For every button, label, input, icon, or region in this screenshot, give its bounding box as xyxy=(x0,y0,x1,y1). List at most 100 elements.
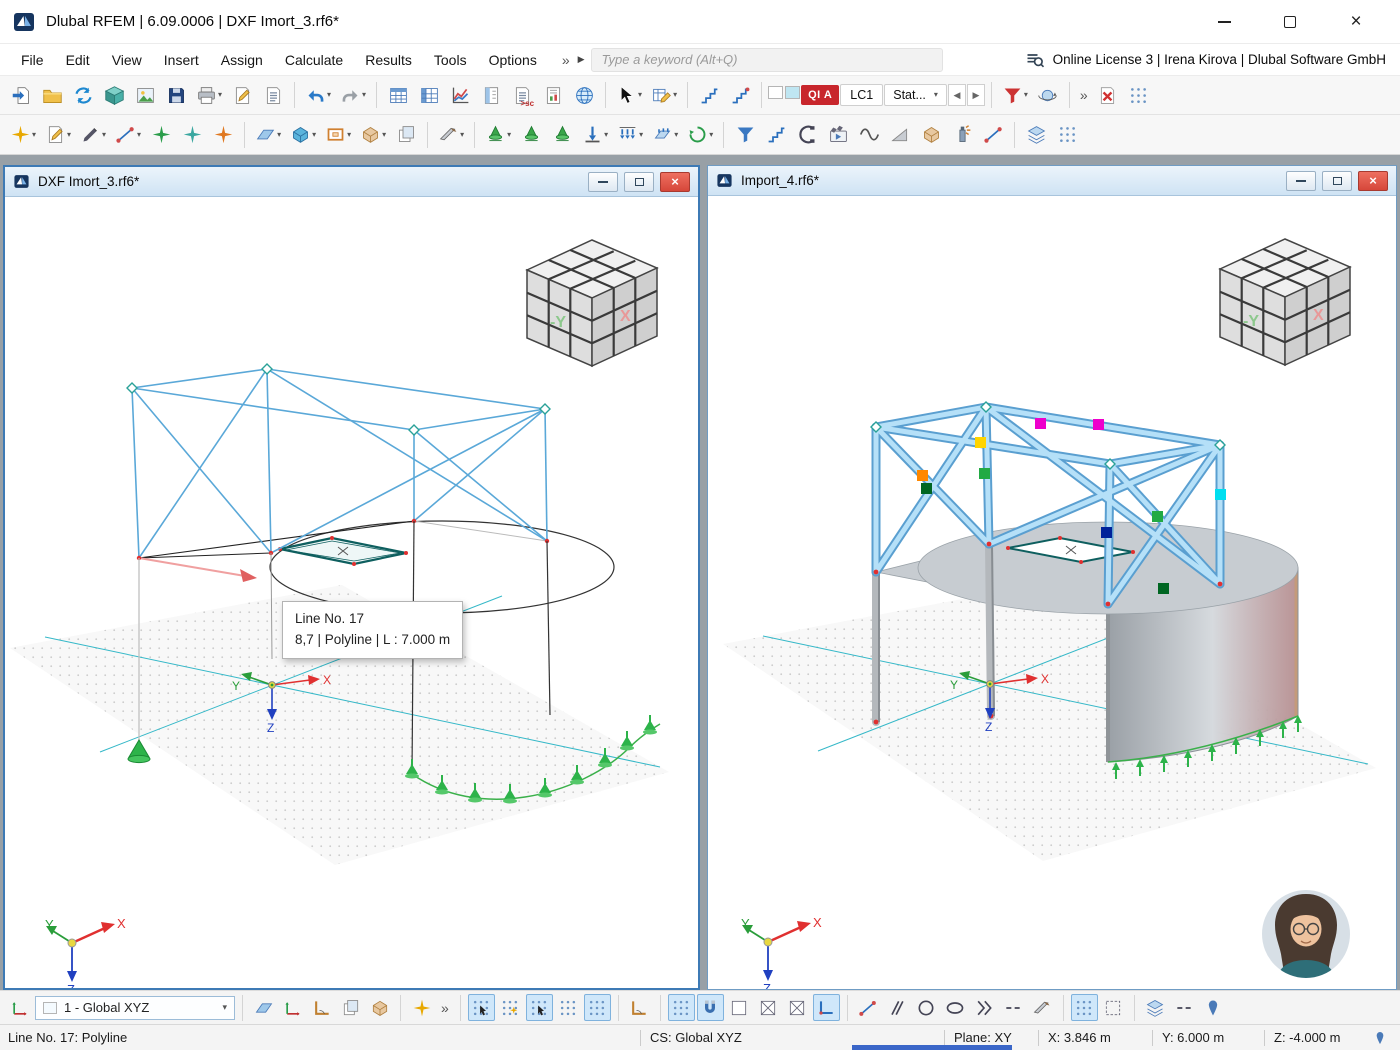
layers-button[interactable] xyxy=(1021,120,1051,150)
bisector-snap-toggle[interactable] xyxy=(1000,994,1027,1021)
surface-load-button[interactable]: ▾ xyxy=(648,120,682,150)
background-swatch-cyan[interactable] xyxy=(785,86,800,99)
menu-item-view[interactable]: View xyxy=(101,47,153,73)
display-swatches[interactable] xyxy=(768,86,800,104)
parallel-snap-toggle[interactable] xyxy=(884,994,911,1021)
snap-points-toggle[interactable] xyxy=(584,994,611,1021)
right-close-button[interactable]: × xyxy=(1358,171,1388,191)
insert-solid-button[interactable]: ▾ xyxy=(286,120,320,150)
coordinate-system-button[interactable] xyxy=(6,994,33,1021)
menu-flyout-icon[interactable]: ▶ xyxy=(578,54,585,65)
nodal-load-button[interactable]: ▾ xyxy=(578,120,612,150)
right-3d-viewport[interactable]: X Y Z X Y Z -Y X xyxy=(708,196,1396,989)
right-restore-button[interactable] xyxy=(1322,171,1352,191)
status-cs[interactable]: CS: Global XYZ xyxy=(650,1025,742,1050)
hide-objects-toggle[interactable] xyxy=(1171,994,1198,1021)
move-cs-button[interactable] xyxy=(279,994,306,1021)
layers-toggle[interactable] xyxy=(1142,994,1169,1021)
printout-report-button[interactable] xyxy=(538,80,568,110)
grid-display-toggle[interactable] xyxy=(555,994,582,1021)
left-close-button[interactable]: × xyxy=(660,172,690,192)
analysis-type-dropdown[interactable]: Stat...▾ xyxy=(884,84,947,106)
line-support-button[interactable] xyxy=(516,120,546,150)
copy-cs-button[interactable] xyxy=(337,994,364,1021)
new-note-button[interactable] xyxy=(227,80,257,110)
left-minimize-button[interactable] xyxy=(588,172,618,192)
insert-surface-button[interactable]: ▾ xyxy=(251,120,285,150)
panel-button[interactable] xyxy=(476,80,506,110)
load-steps-button[interactable] xyxy=(694,80,724,110)
menu-item-edit[interactable]: Edit xyxy=(55,47,101,73)
script-console-button[interactable]: >sc xyxy=(507,80,537,110)
edit-plane-button[interactable] xyxy=(250,994,277,1021)
center-snap-toggle[interactable] xyxy=(913,994,940,1021)
animation-button[interactable] xyxy=(823,120,853,150)
snap-overflow-icon[interactable]: » xyxy=(437,1000,453,1016)
result-diagram-button[interactable] xyxy=(761,120,791,150)
slope-button[interactable] xyxy=(885,120,915,150)
delete-results-button[interactable] xyxy=(1093,80,1123,110)
right-minimize-button[interactable] xyxy=(1286,171,1316,191)
filter-button[interactable]: ▾ xyxy=(998,80,1032,110)
work-plane-button[interactable] xyxy=(366,994,393,1021)
results-tables-button[interactable] xyxy=(414,80,444,110)
open-button[interactable] xyxy=(37,80,67,110)
surface-support-button[interactable] xyxy=(547,120,577,150)
tool-overflow-icon[interactable]: » xyxy=(1076,87,1092,103)
menu-item-insert[interactable]: Insert xyxy=(153,47,210,73)
midpoint-snap-toggle[interactable] xyxy=(755,994,782,1021)
next-load-case-button[interactable]: ▶ xyxy=(967,84,985,106)
maximize-button[interactable] xyxy=(1274,7,1306,37)
snap-grid-toggle[interactable] xyxy=(526,994,553,1021)
edit-table-button[interactable]: ▾ xyxy=(647,80,681,110)
selected-polyline-opening[interactable] xyxy=(278,536,408,566)
perpendicular-snap-toggle[interactable] xyxy=(813,994,840,1021)
insert-member-set-button[interactable] xyxy=(177,120,207,150)
cut-section-button[interactable]: ▾ xyxy=(434,120,468,150)
object-snap-grid-toggle[interactable] xyxy=(668,994,695,1021)
grid-manager-button[interactable] xyxy=(1052,120,1082,150)
mode-shape-button[interactable] xyxy=(854,120,884,150)
search-input[interactable] xyxy=(602,52,932,67)
document-button[interactable] xyxy=(258,80,288,110)
snap-cursor-toggle[interactable] xyxy=(468,994,495,1021)
graphic-export-button[interactable] xyxy=(130,80,160,110)
clipping-plane-button[interactable] xyxy=(792,120,822,150)
line-snap-toggle[interactable] xyxy=(855,994,882,1021)
minimize-button[interactable] xyxy=(1208,7,1240,37)
measure-line-button[interactable] xyxy=(978,120,1008,150)
left-restore-button[interactable] xyxy=(624,172,654,192)
moment-load-button[interactable]: ▾ xyxy=(683,120,717,150)
background-swatch-white[interactable] xyxy=(768,86,783,99)
solid-model-button[interactable] xyxy=(916,120,946,150)
spray-render-button[interactable] xyxy=(947,120,977,150)
print-button[interactable]: ▾ xyxy=(192,80,226,110)
menu-item-file[interactable]: File xyxy=(10,47,55,73)
nodal-support-button[interactable]: ▾ xyxy=(481,120,515,150)
member-load-button[interactable]: ▾ xyxy=(613,120,647,150)
status-pin-icon[interactable] xyxy=(1372,1025,1388,1050)
snap-node-toggle[interactable] xyxy=(497,994,524,1021)
left-window-titlebar[interactable]: DXF Imort_3.rf6* × xyxy=(5,167,698,197)
menu-overflow-icon[interactable]: » xyxy=(562,52,570,68)
window-dxf-import[interactable]: DXF Imort_3.rf6* × xyxy=(3,165,700,990)
select-pointer-button[interactable]: ▾ xyxy=(612,80,646,110)
insert-block-button[interactable]: ▾ xyxy=(356,120,390,150)
new-grid-point-button[interactable] xyxy=(408,994,435,1021)
extension-snap-toggle[interactable] xyxy=(971,994,998,1021)
window-import-4[interactable]: Import_4.rf6* × xyxy=(707,165,1397,990)
insert-line-button[interactable]: ▾ xyxy=(111,120,145,150)
menu-item-results[interactable]: Results xyxy=(354,47,423,73)
intersection-snap-toggle[interactable] xyxy=(784,994,811,1021)
menu-item-tools[interactable]: Tools xyxy=(423,47,478,73)
slab-outline[interactable] xyxy=(139,521,614,613)
undo-button[interactable]: ▾ xyxy=(301,80,335,110)
visibility-filter-button[interactable] xyxy=(730,120,760,150)
guideline-angle-button[interactable] xyxy=(626,994,653,1021)
draw-line-button[interactable]: ▾ xyxy=(76,120,110,150)
left-3d-viewport[interactable]: X Y Z X Y Z -Y X xyxy=(5,197,698,988)
menu-item-calculate[interactable]: Calculate xyxy=(274,47,354,73)
global-settings-button[interactable] xyxy=(569,80,599,110)
slab-surface[interactable] xyxy=(876,522,1298,614)
magnet-snap-toggle[interactable] xyxy=(697,994,724,1021)
